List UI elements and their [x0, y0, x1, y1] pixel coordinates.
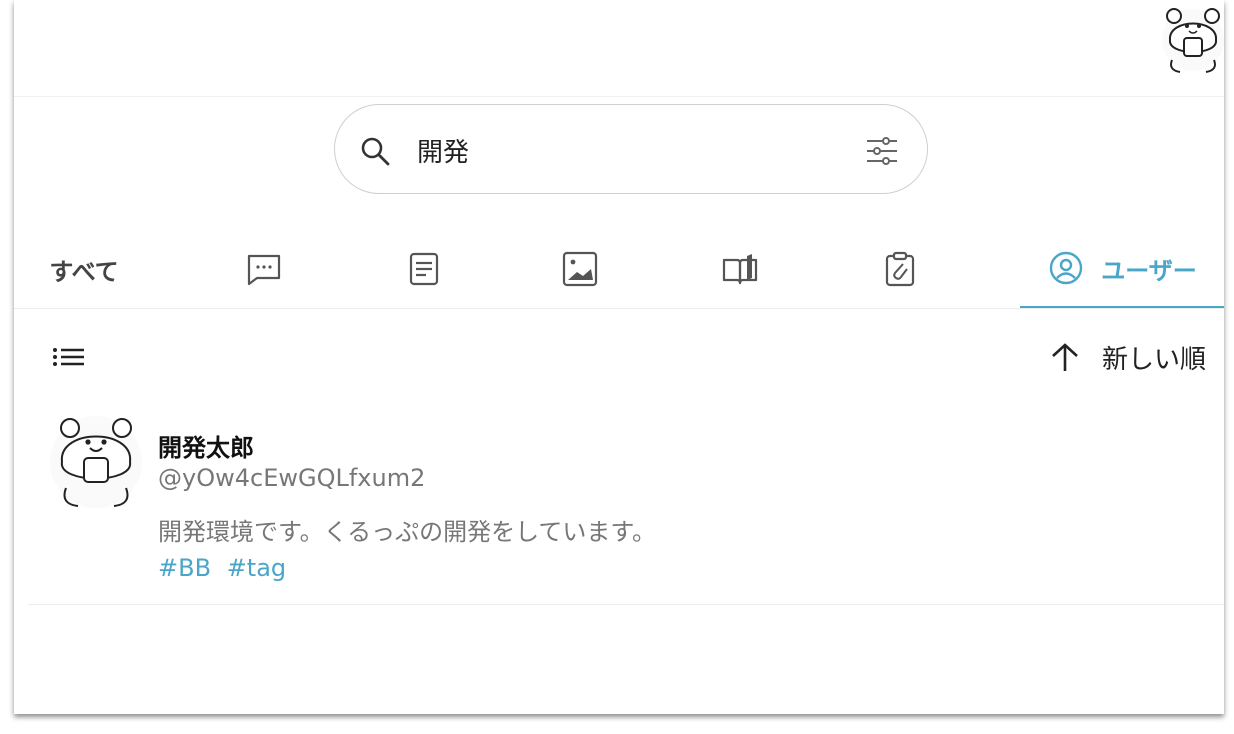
sort-toggle[interactable]: 新しい順 [1050, 336, 1206, 378]
list-view-icon[interactable] [52, 342, 86, 372]
tag-link[interactable]: #BB [158, 554, 211, 582]
clip-icon [885, 251, 915, 287]
app-window: すべて [14, 0, 1224, 714]
tab-all[interactable]: すべて [14, 230, 154, 308]
sort-label: 新しい順 [1101, 344, 1206, 375]
avatar[interactable] [48, 412, 144, 512]
search-icon[interactable] [359, 135, 391, 167]
tab-users[interactable]: ユーザー [1020, 230, 1224, 308]
comment-icon [247, 254, 281, 286]
profile-avatar[interactable] [1160, 4, 1224, 74]
article-icon [409, 252, 439, 286]
list-controls: 新しい順 [14, 330, 1224, 384]
tab-clips[interactable] [830, 230, 970, 308]
category-tabs: すべて ユーザー [14, 230, 1224, 309]
image-icon [562, 251, 598, 287]
user-circle-icon [1050, 251, 1083, 285]
user-handle: @yOw4cEwGQLfxum2 [158, 464, 426, 492]
list-item[interactable]: 開発太郎 @yOw4cEwGQLfxum2 開発環境です。くるっぷの開発をしてい… [28, 408, 1224, 605]
arrow-up-icon [1052, 343, 1078, 371]
tab-all-label: すべて [49, 257, 119, 286]
search-input[interactable] [415, 127, 839, 173]
tab-comments[interactable] [194, 230, 334, 308]
book-icon [722, 254, 758, 285]
tab-users-label: ユーザー [1101, 256, 1197, 285]
tab-articles[interactable] [354, 230, 494, 308]
user-bio: 開発環境です。くるっぷの開発をしています。 [158, 518, 656, 546]
search-bar [334, 104, 928, 194]
header [14, 0, 1224, 97]
filter-sliders-icon[interactable] [865, 135, 899, 167]
user-tags: #BB #tag [158, 554, 294, 582]
tab-books[interactable] [670, 230, 810, 308]
user-name[interactable]: 開発太郎 [158, 428, 254, 463]
tab-images[interactable] [510, 230, 650, 308]
tag-link[interactable]: #tag [227, 554, 286, 582]
